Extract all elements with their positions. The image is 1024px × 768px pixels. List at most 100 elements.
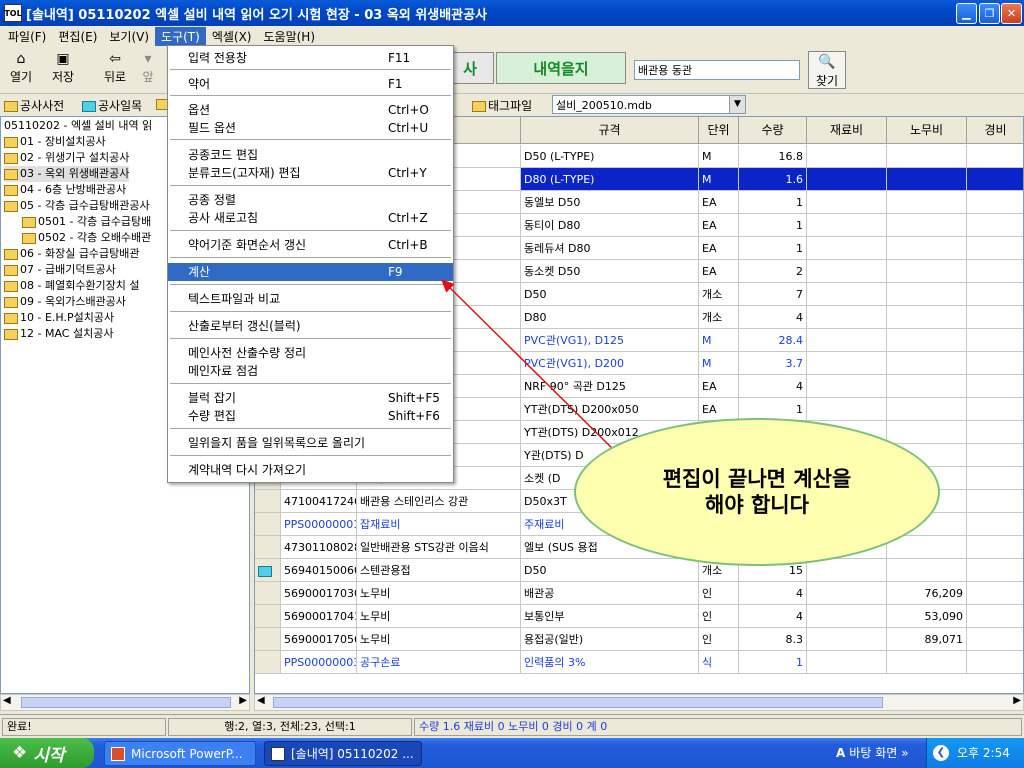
menu-item-field-options[interactable]: 필드 옵션 Ctrl+U — [168, 119, 453, 137]
cell-exp[interactable] — [967, 168, 1023, 191]
cell-mat[interactable] — [807, 628, 887, 651]
row-header[interactable] — [255, 582, 281, 605]
cell-labor[interactable] — [887, 352, 967, 375]
menu-item-reload-contract[interactable]: 계약내역 다시 가져오기 — [168, 461, 453, 479]
cell-spec[interactable]: 배관공 — [521, 582, 699, 605]
cell-exp[interactable] — [967, 467, 1023, 490]
cell-mat[interactable] — [807, 605, 887, 628]
tree-item[interactable]: 04 - 6층 난방배관공사 — [4, 182, 126, 198]
menu-item-refresh-project[interactable]: 공사 새로고침 Ctrl+Z — [168, 209, 453, 227]
cell-mat[interactable] — [807, 375, 887, 398]
cell-exp[interactable] — [967, 283, 1023, 306]
cell-labor[interactable] — [887, 237, 967, 260]
row-header[interactable] — [255, 513, 281, 536]
cell-labor[interactable] — [887, 145, 967, 168]
cell-mat[interactable] — [807, 145, 887, 168]
cell-code[interactable]: 56940150060 — [281, 559, 357, 582]
search-input[interactable] — [634, 60, 800, 80]
cell-qty[interactable]: 28.4 — [739, 329, 807, 352]
cell-labor[interactable] — [887, 214, 967, 237]
cell-unit[interactable]: 인 — [699, 582, 739, 605]
row-header[interactable] — [255, 628, 281, 651]
cell-exp[interactable] — [967, 306, 1023, 329]
cell-qty[interactable]: 1 — [739, 651, 807, 674]
cell-mat[interactable] — [807, 651, 887, 674]
cell-exp[interactable] — [967, 145, 1023, 168]
tree-item[interactable]: 02 - 위생기구 설치공사 — [4, 150, 129, 166]
cell-spec[interactable]: 동엘보 D50 — [521, 191, 699, 214]
cell-mat[interactable] — [807, 191, 887, 214]
cell-unit[interactable]: 인 — [699, 605, 739, 628]
cell-unit[interactable]: EA — [699, 260, 739, 283]
cell-unit[interactable]: 개소 — [699, 306, 739, 329]
cell-qty[interactable]: 1 — [739, 237, 807, 260]
find-button[interactable]: 🔍 찾기 — [808, 51, 846, 89]
cell-labor[interactable] — [887, 168, 967, 191]
open-button[interactable]: ⌂ 열기 — [2, 50, 40, 90]
cell-mat[interactable] — [807, 168, 887, 191]
cell-qty[interactable]: 4 — [739, 582, 807, 605]
tag-file-button[interactable]: 태그파일 — [472, 97, 532, 114]
cell-spec[interactable]: 동티이 D80 — [521, 214, 699, 237]
cell-labor[interactable] — [887, 375, 967, 398]
cell-spec[interactable]: 보통인부 — [521, 605, 699, 628]
cell-spec[interactable]: 인력품의 3% — [521, 651, 699, 674]
row-header[interactable] — [255, 605, 281, 628]
save-button[interactable]: ▣ 저장 — [44, 50, 82, 90]
cell-spec[interactable]: YT관(DTS) D200x050 — [521, 398, 699, 421]
minimize-button[interactable]: ▁ — [956, 3, 977, 24]
menu-item-organize-main-dict[interactable]: 메인사전 산출수량 정리 — [168, 344, 453, 362]
cell-spec[interactable]: PVC관(VG1), D200 — [521, 352, 699, 375]
cell-unit[interactable]: M — [699, 352, 739, 375]
cell-labor[interactable] — [887, 306, 967, 329]
cell-exp[interactable] — [967, 398, 1023, 421]
tree-item[interactable]: 01 - 장비설치공사 — [4, 134, 106, 150]
cell-code[interactable]: PPS00000003 — [281, 651, 357, 674]
scroll-right-icon[interactable]: ▶ — [1013, 695, 1021, 706]
cell-exp[interactable] — [967, 214, 1023, 237]
cell-name[interactable]: 일반배관용 STS강관 이음쇠 — [357, 536, 521, 559]
cell-mat[interactable] — [807, 398, 887, 421]
cell-qty[interactable]: 1 — [739, 191, 807, 214]
menu-view[interactable]: 보기(V) — [103, 27, 155, 46]
cell-qty[interactable]: 1.6 — [739, 168, 807, 191]
menu-item-compare-textfile[interactable]: 텍스트파일과 비교 — [168, 290, 453, 308]
cell-labor[interactable] — [887, 191, 967, 214]
scroll-right-icon[interactable]: ▶ — [239, 695, 247, 706]
cell-unit[interactable]: 식 — [699, 651, 739, 674]
cell-unit[interactable]: EA — [699, 237, 739, 260]
cell-labor[interactable] — [887, 536, 967, 559]
cell-unit[interactable]: EA — [699, 398, 739, 421]
menu-item-work-code-edit[interactable]: 공종코드 편집 — [168, 146, 453, 164]
cell-qty[interactable]: 8.3 — [739, 628, 807, 651]
cell-unit[interactable]: EA — [699, 375, 739, 398]
cell-spec[interactable]: PVC관(VG1), D125 — [521, 329, 699, 352]
cell-mat[interactable] — [807, 260, 887, 283]
cell-qty[interactable]: 7 — [739, 283, 807, 306]
cell-exp[interactable] — [967, 260, 1023, 283]
cell-qty[interactable]: 1 — [739, 214, 807, 237]
cell-unit[interactable]: M — [699, 329, 739, 352]
cell-mat[interactable] — [807, 237, 887, 260]
menu-help[interactable]: 도움말(H) — [258, 27, 322, 46]
cell-spec[interactable]: D50 — [521, 283, 699, 306]
cell-mat[interactable] — [807, 352, 887, 375]
menu-tools[interactable]: 도구(T) — [155, 26, 206, 46]
taskbar-item-powerpoint[interactable]: Microsoft PowerP... — [104, 741, 256, 766]
row-header[interactable] — [255, 651, 281, 674]
row-header[interactable] — [255, 490, 281, 513]
cell-spec[interactable]: D50 (L-TYPE) — [521, 145, 699, 168]
cell-code[interactable]: 47100417246 — [281, 490, 357, 513]
tree-item[interactable]: 0501 - 각층 급수급탕배 — [22, 214, 151, 230]
tree-horizontal-scrollbar[interactable]: ◀ ▶ — [0, 694, 250, 711]
menu-item-abbreviation[interactable]: 약어 F1 — [168, 75, 453, 93]
scroll-thumb[interactable] — [21, 697, 231, 708]
cell-spec[interactable]: D50 — [521, 559, 699, 582]
cell-unit[interactable]: M — [699, 168, 739, 191]
tree-item[interactable]: 12 - MAC 설치공사 — [4, 326, 113, 342]
cell-exp[interactable] — [967, 536, 1023, 559]
cell-name[interactable]: 배관용 스테인리스 강관 — [357, 490, 521, 513]
cell-labor[interactable]: 53,090 — [887, 605, 967, 628]
cell-labor[interactable] — [887, 329, 967, 352]
cell-mat[interactable] — [807, 306, 887, 329]
